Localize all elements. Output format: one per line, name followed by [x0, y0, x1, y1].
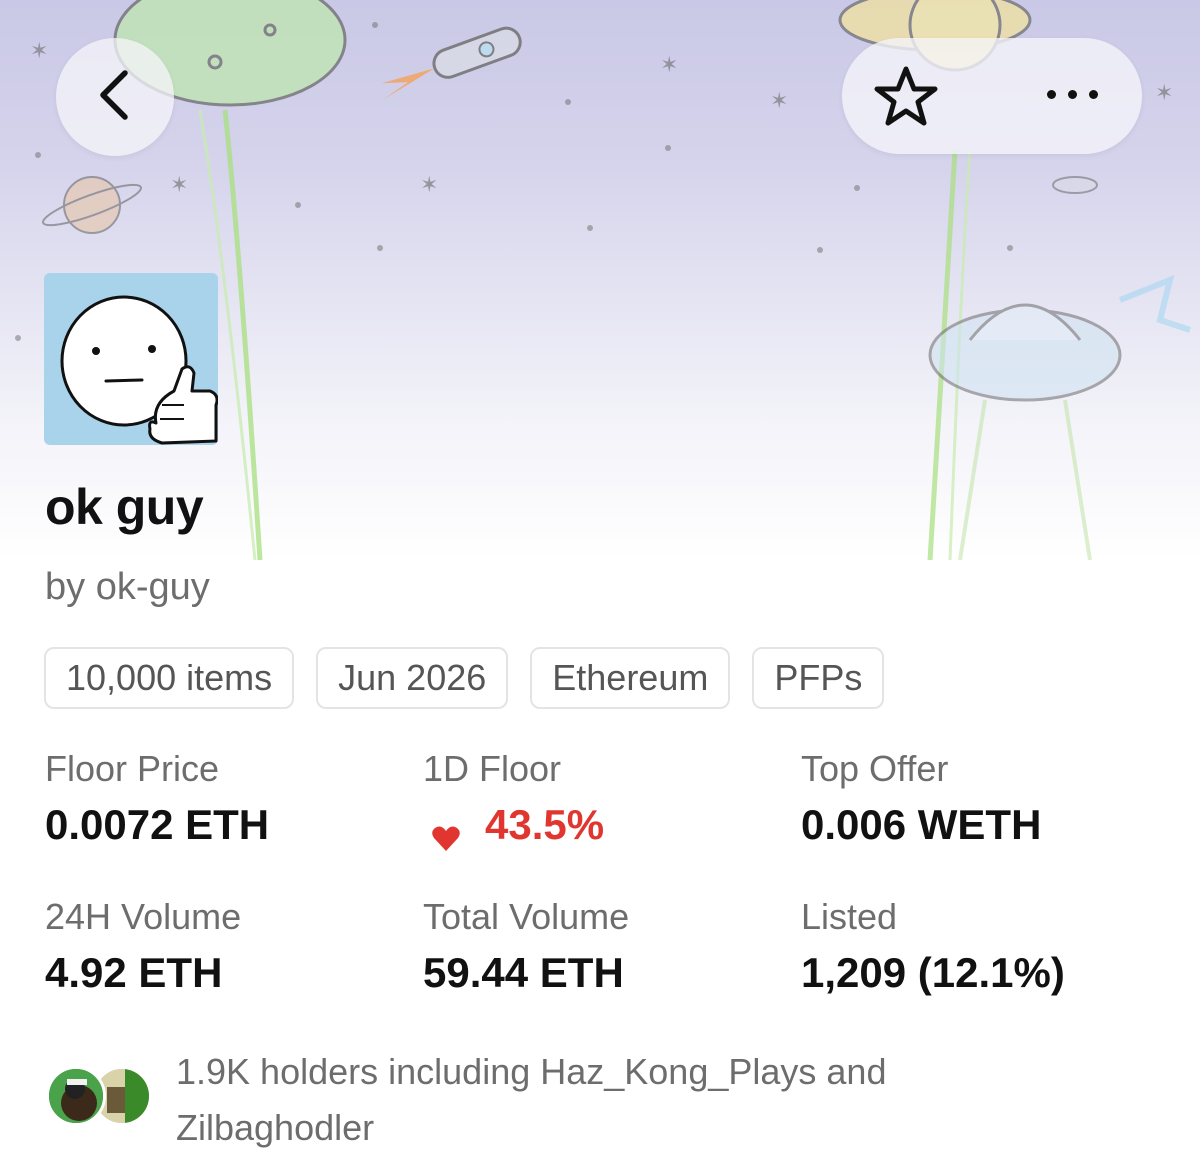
stat-floor-price: Floor Price 0.0072 ETH: [45, 747, 405, 855]
tag-created-date: Jun 2026: [316, 647, 509, 709]
stat-total-volume: Total Volume 59.44 ETH: [423, 895, 783, 1003]
stat-1d-floor: 1D Floor 43.5%: [423, 747, 783, 855]
tag-category[interactable]: PFPs: [752, 647, 885, 709]
stat-label: 1D Floor: [423, 748, 562, 789]
heart-down-icon: [431, 810, 461, 851]
svg-text:✶: ✶: [660, 53, 678, 78]
tag-item-count: 10,000 items: [44, 647, 295, 709]
stat-value-change: 43.5%: [423, 795, 783, 855]
more-horizontal-icon: [1046, 89, 1056, 99]
collection-tags: 10,000 items Jun 2026 Ethereum PFPs: [44, 647, 885, 709]
collection-avatar: [44, 273, 218, 445]
collection-title: ok guy: [45, 479, 204, 535]
svg-text:✶: ✶: [770, 89, 788, 114]
header-actions: [842, 38, 1142, 154]
star-outline-icon: [874, 65, 938, 132]
svg-text:✶: ✶: [1155, 81, 1173, 106]
stat-value: 1,209 (12.1%): [801, 949, 1065, 996]
collection-creator[interactable]: by ok-guy: [45, 566, 210, 609]
svg-text:✶: ✶: [170, 173, 188, 198]
stat-label: Total Volume: [423, 896, 630, 937]
holders-summary[interactable]: 1.9K holders including Haz_Kong_Plays an…: [46, 1040, 1156, 1150]
svg-text:✶: ✶: [420, 173, 438, 198]
stat-listed: Listed 1,209 (12.1%): [801, 895, 1161, 1003]
stat-24h-volume: 24H Volume 4.92 ETH: [45, 895, 405, 1003]
stat-label: Top Offer: [801, 748, 949, 789]
stat-label: 24H Volume: [45, 896, 242, 937]
tag-chain[interactable]: Ethereum: [530, 647, 731, 709]
stat-value: 4.92 ETH: [45, 949, 223, 996]
stat-value: 0.006 WETH: [801, 801, 1042, 848]
stat-value: 59.44 ETH: [423, 949, 624, 996]
chevron-left-icon: [95, 67, 135, 128]
favorite-button[interactable]: [874, 66, 938, 130]
avatar: [46, 1066, 106, 1126]
floor-change-percent: 43.5%: [485, 801, 605, 848]
stat-label: Listed: [801, 896, 898, 937]
back-button[interactable]: [56, 38, 174, 156]
more-options-button[interactable]: [1032, 74, 1112, 114]
stat-value: 0.0072 ETH: [45, 801, 270, 848]
svg-text:✶: ✶: [30, 39, 48, 64]
stat-label: Floor Price: [45, 748, 220, 789]
holders-text: 1.9K holders including Haz_Kong_Plays an…: [176, 1051, 887, 1148]
holder-avatars: [46, 1066, 156, 1128]
stat-top-offer: Top Offer 0.006 WETH: [801, 747, 1161, 855]
